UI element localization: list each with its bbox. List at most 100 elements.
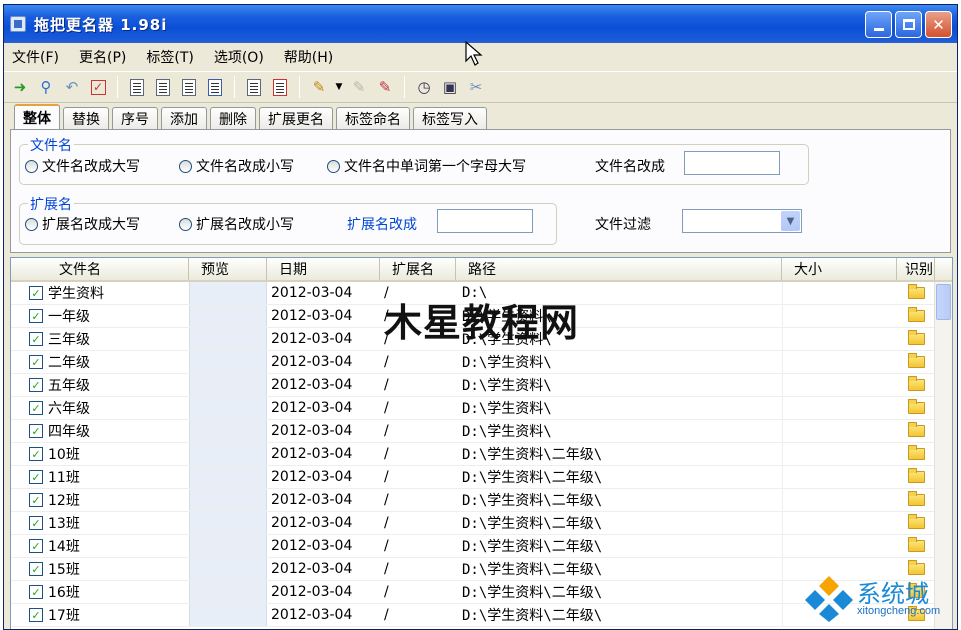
chevron-down-icon[interactable]: ▼ [781,211,800,231]
table-row[interactable]: ✓ 14班 2012-03-04 / D:\学生资料\二年级\ [11,535,952,558]
row-checkbox[interactable]: ✓ [29,493,43,507]
row-checkbox[interactable]: ✓ [29,585,43,599]
row-checkbox[interactable]: ✓ [29,539,43,553]
row-checkbox[interactable]: ✓ [29,562,43,576]
tab-sequence[interactable]: 序号 [112,107,158,129]
row-checkbox[interactable]: ✓ [29,608,43,622]
cell-filename[interactable]: ✓ 12班 [11,489,189,511]
table-row[interactable]: ✓ 10班 2012-03-04 / D:\学生资料\二年级\ [11,443,952,466]
menu-help[interactable]: 帮助(H) [284,47,333,67]
col-size[interactable]: 大小 [782,258,897,280]
cell-path: D:\学生资料\二年级\ [462,447,603,463]
page-2-icon[interactable] [153,77,173,97]
file-filter-select[interactable]: ▼ [682,209,802,233]
row-checkbox[interactable]: ✓ [29,516,43,530]
table-row[interactable]: ✓ 六年级 2012-03-04 / D:\学生资料\ [11,397,952,420]
page-3-icon[interactable] [179,77,199,97]
cell-filename[interactable]: ✓ 六年级 [11,397,189,419]
tab-ext-rename[interactable]: 扩展更名 [259,107,333,129]
dropdown-arrow-icon[interactable]: ▼ [335,77,343,97]
cell-filename[interactable]: ✓ 二年级 [11,351,189,373]
menu-options[interactable]: 选项(O) [214,47,264,67]
cell-filename[interactable]: ✓ 四年级 [11,420,189,442]
table-row[interactable]: ✓ 五年级 2012-03-04 / D:\学生资料\ [11,374,952,397]
maximize-button[interactable] [895,11,922,38]
scrollbar-thumb[interactable] [936,284,951,320]
row-checkbox[interactable]: ✓ [29,286,43,300]
cell-preview [189,558,267,580]
cell-filename[interactable]: ✓ 17班 [11,604,189,626]
col-filename[interactable]: 文件名 [11,258,189,280]
col-date[interactable]: 日期 [267,258,380,280]
cell-ext: / [384,515,389,531]
close-button[interactable]: ✕ [925,11,952,38]
col-preview[interactable]: 预览 [189,258,267,280]
tab-overall[interactable]: 整体 [14,104,60,129]
menu-tags[interactable]: 标签(T) [146,47,193,67]
page-4-icon[interactable] [205,77,225,97]
tools-icon[interactable]: ✂ [466,77,486,97]
minimize-button[interactable] [865,11,892,38]
row-checkbox[interactable]: ✓ [29,332,43,346]
cell-ext: / [384,607,389,623]
cell-filename[interactable]: ✓ 16班 [11,581,189,603]
cell-filename[interactable]: ✓ 一年级 [11,305,189,327]
title-bar[interactable]: 拖把更名器 1.98i ✕ [4,5,957,43]
window-icon[interactable]: ▣ [440,77,460,97]
col-path[interactable]: 路径 [456,258,782,280]
cell-filename[interactable]: ✓ 五年级 [11,374,189,396]
add-files-icon[interactable]: ➜ [10,77,30,97]
filename-change-input[interactable] [684,151,780,175]
row-checkbox[interactable]: ✓ [29,401,43,415]
cell-filename[interactable]: ✓ 14班 [11,535,189,557]
filename-text: 13班 [48,516,80,532]
radio-filename-capitalize[interactable]: 文件名中单词第一个字母大写 [327,156,526,176]
table-row[interactable]: ✓ 四年级 2012-03-04 / D:\学生资料\ [11,420,952,443]
menu-file[interactable]: 文件(F) [12,47,59,67]
radio-ext-upper[interactable]: 扩展名改成大写 [25,214,140,234]
undo-icon[interactable]: ↶ [62,77,82,97]
tab-replace[interactable]: 替换 [63,107,109,129]
row-checkbox[interactable]: ✓ [29,309,43,323]
pen-delete-icon[interactable]: ✎ [375,77,395,97]
ext-change-input[interactable] [437,209,533,233]
cell-filename[interactable]: ✓ 11班 [11,466,189,488]
page-1-icon[interactable] [127,77,147,97]
cell-filename[interactable]: ✓ 三年级 [11,328,189,350]
cell-size [782,305,897,327]
cell-filename[interactable]: ✓ 学生资料 [11,282,189,304]
table-row[interactable]: ✓ 13班 2012-03-04 / D:\学生资料\二年级\ [11,512,952,535]
pen-disabled-icon[interactable]: ✎ [349,77,369,97]
search-icon[interactable]: ⚲ [36,77,56,97]
row-checkbox[interactable]: ✓ [29,447,43,461]
tab-add[interactable]: 添加 [161,107,207,129]
check-icon[interactable]: ✓ [88,77,108,97]
clock-icon[interactable]: ◷ [414,77,434,97]
menu-rename[interactable]: 更名(P) [79,47,126,67]
table-row[interactable]: ✓ 11班 2012-03-04 / D:\学生资料\二年级\ [11,466,952,489]
col-ext[interactable]: 扩展名 [380,258,456,280]
row-checkbox[interactable]: ✓ [29,355,43,369]
document-icon[interactable] [244,77,264,97]
app-icon[interactable] [10,16,26,32]
row-checkbox[interactable]: ✓ [29,424,43,438]
cell-date: 2012-03-04 [271,446,353,462]
close-doc-icon[interactable] [270,77,290,97]
tab-tag-naming[interactable]: 标签命名 [336,107,410,129]
row-checkbox[interactable]: ✓ [29,470,43,484]
table-row[interactable]: ✓ 二年级 2012-03-04 / D:\学生资料\ [11,351,952,374]
tab-delete[interactable]: 删除 [210,107,256,129]
row-checkbox[interactable]: ✓ [29,378,43,392]
cell-filename[interactable]: ✓ 13班 [11,512,189,534]
cell-size [782,489,897,511]
radio-filename-lower[interactable]: 文件名改成小写 [179,156,294,176]
cell-filename[interactable]: ✓ 10班 [11,443,189,465]
table-row[interactable]: ✓ 12班 2012-03-04 / D:\学生资料\二年级\ [11,489,952,512]
cell-filename[interactable]: ✓ 15班 [11,558,189,580]
tab-tag-write[interactable]: 标签写入 [413,107,487,129]
radio-filename-upper[interactable]: 文件名改成大写 [25,156,140,176]
radio-ext-lower[interactable]: 扩展名改成小写 [179,214,294,234]
filename-text: 三年级 [48,332,90,348]
pen-icon[interactable]: ✎ [309,77,329,97]
col-ident[interactable]: 识别 [897,258,935,280]
